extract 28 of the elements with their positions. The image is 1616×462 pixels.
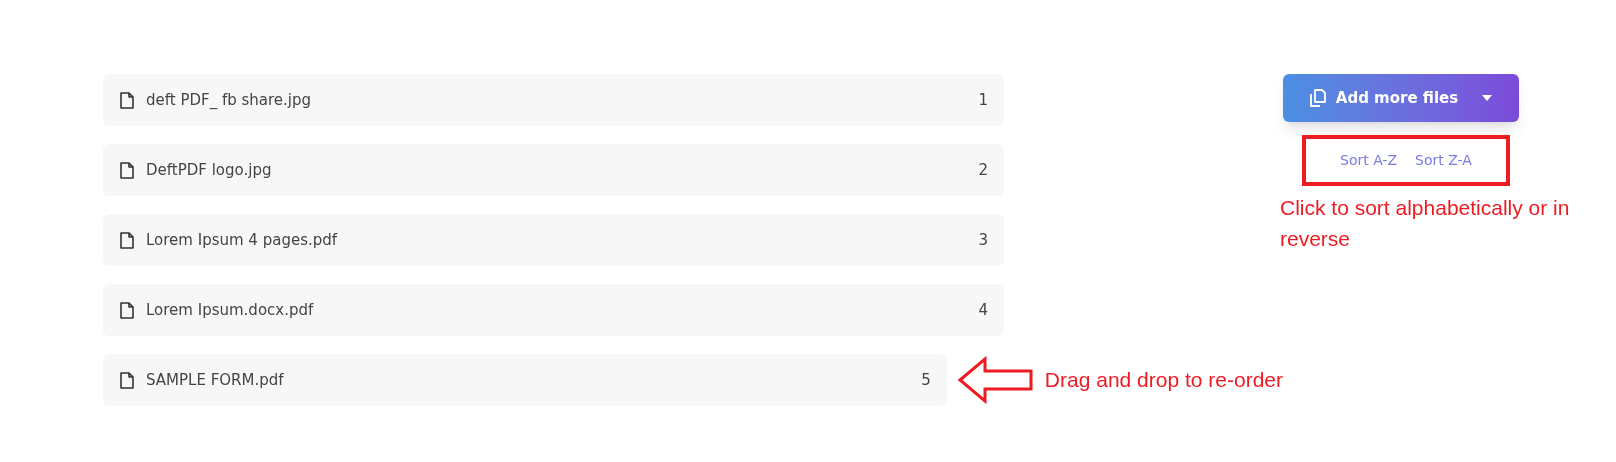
file-row[interactable]: Lorem Ipsum.docx.pdf 4	[103, 284, 1004, 336]
sort-link[interactable]: Sort Z-A	[1415, 150, 1472, 171]
file-icon	[120, 301, 134, 319]
file-row[interactable]: Lorem Ipsum 4 pages.pdf 3	[103, 214, 1004, 266]
annotation-text: Drag and drop to re-order	[1044, 367, 1283, 394]
file-row[interactable]: DeftPDF logo.jpg 2	[103, 144, 1004, 196]
arrow-icon	[956, 356, 1035, 404]
caret-icon	[1482, 95, 1493, 101]
file-number: 4	[978, 299, 988, 321]
file-icon	[120, 231, 134, 249]
file-row[interactable]: SAMPLE FORM.pdf 5	[103, 354, 947, 406]
file-name: Lorem Ipsum.docx.pdf	[146, 299, 315, 321]
file-icon	[120, 91, 134, 109]
add-files-button[interactable]: Add more files	[1283, 74, 1519, 122]
copy-icon	[1309, 89, 1326, 107]
file-number: 3	[978, 229, 988, 251]
file-name: Lorem Ipsum 4 pages.pdf	[146, 229, 339, 251]
file-number: 2	[978, 159, 988, 181]
file-icon	[120, 161, 134, 179]
sort-link[interactable]: Sort A-Z	[1340, 150, 1398, 171]
file-row[interactable]: deft PDF_ fb share.jpg 1	[103, 74, 1004, 126]
annotation-text: Click to sort alphabetically or in reverse	[1280, 195, 1570, 252]
file-number: 5	[921, 369, 931, 391]
file-name: SAMPLE FORM.pdf	[146, 369, 285, 391]
file-number: 1	[978, 89, 988, 111]
file-name: DeftPDF logo.jpg	[146, 159, 273, 181]
file-name: deft PDF_ fb share.jpg	[146, 89, 313, 111]
file-icon	[120, 371, 134, 389]
